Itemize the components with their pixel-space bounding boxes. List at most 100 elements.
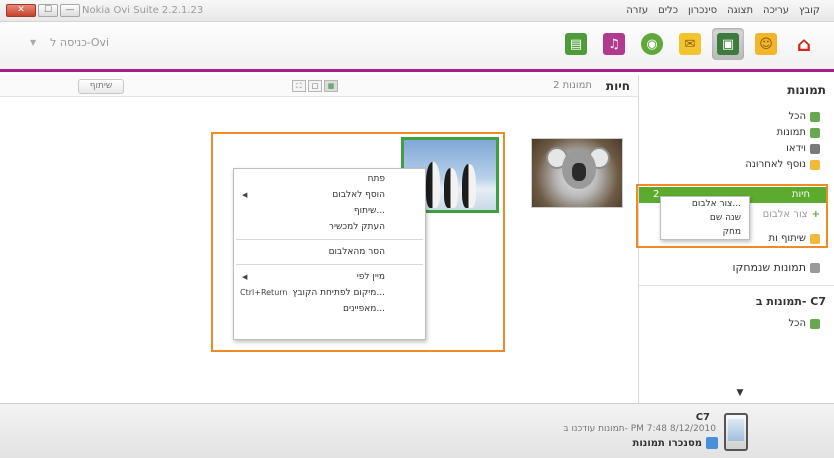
sidebar-item-label: צור אלבום: [762, 209, 808, 220]
window-controls: ✕ ☐ —: [6, 4, 80, 17]
menu-item-shortcut: Ctrl+Return: [240, 288, 288, 297]
menu-help[interactable]: עזרה: [626, 5, 648, 16]
penguin-figure: [426, 162, 440, 208]
recent-icon: [810, 159, 820, 170]
collapse-arrow-icon[interactable]: ▼: [732, 388, 748, 400]
selected-album-count: 2: [653, 189, 660, 200]
sidebar-item-label: וידאו: [786, 143, 806, 154]
photo-context-menu: פתח ◀ הוסף לאלבום שיתוף... העתק למכשיר ה…: [233, 168, 426, 340]
menu-edit[interactable]: עריכה: [763, 5, 789, 16]
sidebar-item-label: נוסף לאחרונה: [745, 159, 806, 170]
menu-item-add-to-album[interactable]: ◀ הוסף לאלבום: [234, 187, 425, 203]
photos-icon[interactable]: ▣: [712, 28, 744, 60]
photos-section-title: תמונות: [787, 83, 826, 97]
sidebar-item-label: הכל: [788, 111, 806, 122]
menu-item-remove-from-album[interactable]: הסר מהאלבום: [234, 244, 425, 260]
menu-separator: [236, 264, 423, 265]
home-icon[interactable]: ⌂: [788, 28, 820, 60]
sync-icon: [706, 437, 718, 449]
menu-item-label: שיתוף...: [353, 206, 385, 216]
view-mode-buttons: ⛶ □ ▦: [292, 80, 338, 92]
sync-photos-label: מסנכרו תמונות: [632, 437, 702, 449]
sidebar-item-recent[interactable]: נוסף לאחרונה: [745, 159, 820, 170]
grid-view-icon[interactable]: ▦: [324, 80, 338, 92]
sidebar-item-label: הכל: [788, 318, 806, 329]
menu-item-label: הוסף לאלבום: [332, 190, 385, 200]
device-photos-title: תמונות ב- C7: [755, 295, 826, 308]
phone-device-icon: [724, 413, 748, 451]
plus-icon: +: [811, 209, 820, 220]
app-title: Nokia Ovi Suite 2.2.1.23: [82, 5, 204, 16]
store-icon[interactable]: ▤: [560, 28, 592, 60]
gallery-icon: [810, 318, 820, 329]
title-bar: ✕ ☐ — Nokia Ovi Suite 2.2.1.23 קובץ עריכ…: [0, 0, 834, 22]
ovi-login[interactable]: ▼ כניסה ל-Ovi: [30, 36, 109, 49]
create-album-item[interactable]: צור אלבום +: [763, 209, 820, 220]
menu-file[interactable]: קובץ: [799, 5, 820, 16]
koala-nose: [572, 163, 586, 181]
sync-photos-link[interactable]: מסנכרו תמונות: [633, 437, 718, 449]
main-toolbar: ▼ כניסה ל-Ovi ⌂ ☺ ▣ ✉ ◉ ♫ ▤: [0, 22, 834, 72]
phone-screen: [728, 419, 744, 441]
album-title: חיות: [605, 79, 630, 93]
submenu-create-album[interactable]: צור אלבום...: [661, 197, 749, 211]
maps-icon[interactable]: ◉: [636, 28, 668, 60]
video-icon: [810, 143, 820, 154]
device-name: C7: [695, 412, 710, 423]
sidebar-item-label: תמונות שנמחקו: [732, 261, 806, 274]
sidebar-item-device-all[interactable]: הכל: [788, 318, 820, 329]
sidebar-item-video[interactable]: וידאו: [786, 143, 820, 154]
menu-sync[interactable]: סינכרון: [688, 5, 717, 16]
menu-item-properties[interactable]: מאפיינים...: [234, 301, 425, 317]
sidebar-item-label: תמונות: [776, 127, 806, 138]
menu-item-label: מיין לפי: [356, 272, 385, 282]
shared-icon: [810, 233, 820, 244]
submenu-rename[interactable]: שנה שם: [661, 211, 749, 225]
menu-view[interactable]: תצוגה: [727, 5, 753, 16]
fullscreen-view-icon[interactable]: ⛶: [292, 80, 306, 92]
maximize-window-button[interactable]: ☐: [38, 4, 58, 17]
single-view-icon[interactable]: □: [308, 80, 322, 92]
menu-item-label: פתח: [367, 174, 385, 184]
sidebar-item-all[interactable]: הכל: [788, 111, 820, 122]
album-submenu: צור אלבום... שנה שם מחק: [660, 196, 750, 240]
koala-thumbnail[interactable]: [531, 138, 623, 208]
penguin-figure: [462, 164, 476, 208]
menu-bar: קובץ עריכה תצוגה סינכרון כלים עזרה: [626, 5, 820, 16]
menu-item-copy-to-device[interactable]: העתק למכשיר: [234, 219, 425, 235]
chevron-down-icon: ▼: [30, 38, 37, 47]
deleted-photos-item[interactable]: תמונות שנמחקו: [733, 261, 820, 274]
device-sync-status: תמונות עודכנו ב- PM 7:48 8/12/2010: [563, 424, 716, 434]
menu-item-label: הסר מהאלבום: [328, 247, 385, 257]
album-count: 2 תמונות: [553, 80, 592, 91]
selected-album-label: חיות: [791, 189, 810, 200]
trash-icon: [810, 262, 820, 273]
close-window-button[interactable]: ✕: [6, 4, 36, 17]
sidebar-item-photos[interactable]: תמונות: [777, 127, 820, 138]
minimize-window-button[interactable]: —: [60, 4, 80, 17]
menu-item-label: מיקום לפתיחת הקובץ...: [292, 288, 386, 298]
panel-divider: [639, 285, 834, 286]
shared-item[interactable]: שיתוף ות: [768, 233, 820, 244]
submenu-delete[interactable]: מחק: [661, 225, 749, 239]
menu-tools[interactable]: כלים: [658, 5, 678, 16]
image-icon: [810, 127, 820, 138]
submenu-arrow-icon: ◀: [242, 191, 248, 199]
menu-item-open[interactable]: פתח: [234, 171, 425, 187]
menu-separator: [236, 239, 423, 240]
share-button[interactable]: שיתוף: [78, 79, 124, 94]
album-header: שיתוף ⛶ □ ▦ 2 תמונות חיות: [0, 75, 638, 97]
submenu-arrow-icon: ◀: [242, 273, 248, 281]
gallery-icon: [810, 111, 820, 122]
menu-item-open-file-location[interactable]: Ctrl+Return מיקום לפתיחת הקובץ...: [234, 285, 425, 301]
music-icon[interactable]: ♫: [598, 28, 630, 60]
menu-item-sort-by[interactable]: ◀ מיין לפי: [234, 269, 425, 285]
menu-item-label: העתק למכשיר: [328, 222, 385, 232]
sidebar-item-label: שיתוף ות: [768, 233, 807, 244]
menu-item-label: מאפיינים...: [343, 304, 385, 314]
menu-item-share[interactable]: שיתוף...: [234, 203, 425, 219]
toolbar-icons: ⌂ ☺ ▣ ✉ ◉ ♫ ▤: [560, 28, 820, 60]
penguin-figure: [444, 168, 458, 208]
messages-icon[interactable]: ✉: [674, 28, 706, 60]
contacts-icon[interactable]: ☺: [750, 28, 782, 60]
